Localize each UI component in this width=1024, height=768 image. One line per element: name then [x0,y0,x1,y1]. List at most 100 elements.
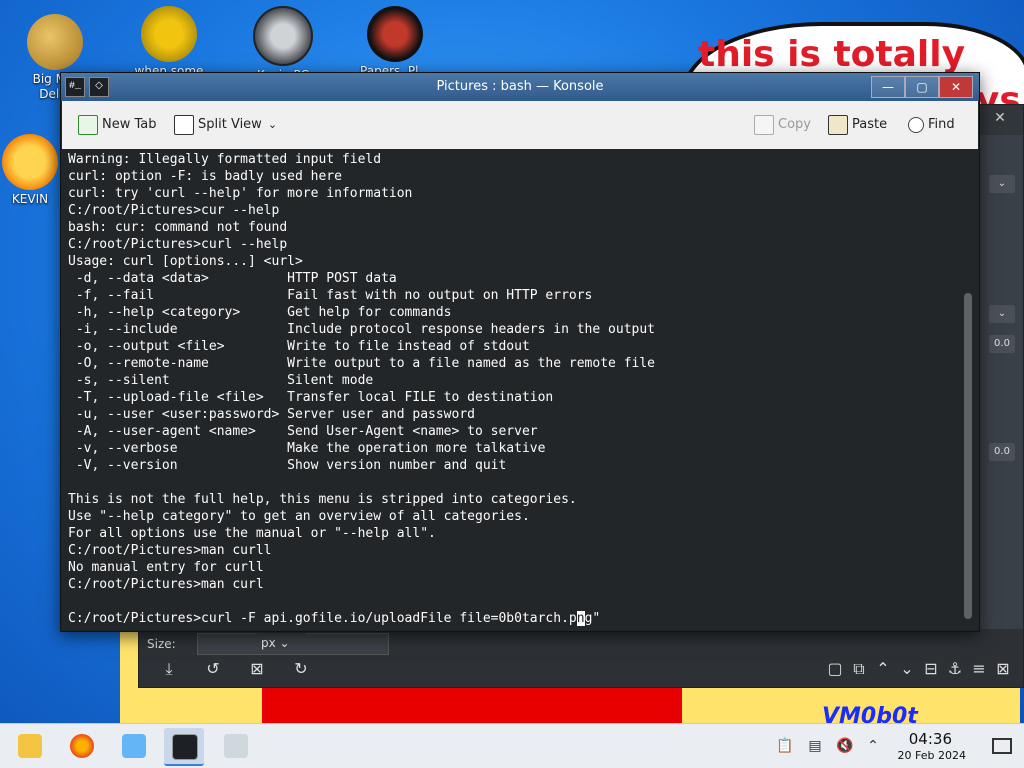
gear-icon [141,6,197,62]
terminal-line: Usage: curl [options...] <url> [68,254,303,269]
taskbar-firefox[interactable] [62,728,102,764]
align-icon[interactable]: ≡ [969,659,989,679]
terminal-line: C:/root/Pictures>cur --help [68,203,280,218]
sun-icon [2,134,58,190]
window-titlebar[interactable]: #_ ◇ Pictures : bash — Konsole — ▢ ✕ [61,73,979,101]
terminal-line: bash: cur: command not found [68,220,288,235]
unit-select[interactable]: px ⌄ [257,633,306,653]
new-layer-icon[interactable]: ▢ [825,659,845,679]
taskbar-system-settings[interactable] [114,728,154,764]
terminal-line: Warning: Illegally formatted input field [68,152,382,167]
seal-icon [367,6,423,62]
terminal-line: curl: try 'curl --help' for more informa… [68,186,413,201]
volume-muted-icon[interactable]: 🔇 [836,737,854,755]
copy-button[interactable]: Copy [754,114,811,136]
terminal-line: -o, --output <file> Write to file instea… [75,339,530,354]
airplane-icon [224,734,248,758]
terminal-line: curl: option -F: is badly used here [68,169,342,184]
terminal-line: C:/root/Pictures>curl --help [68,237,288,252]
undo-icon[interactable]: ↺ [203,659,223,679]
command-text: C:/root/Pictures>curl -F api.gofile.io/u… [68,611,577,626]
spin-value-1[interactable]: 0.0 [989,335,1015,353]
chevron-down-icon[interactable]: ⌄ [989,305,1015,323]
text-cursor: n [576,611,585,626]
anchor-icon[interactable]: ⚓ [945,659,965,679]
terminal-line: -V, --version Show version number and qu… [75,458,507,473]
taskbar: 📋 ▤ 🔇 ⌃ 04:36 20 Feb 2024 [0,723,1024,768]
maximize-button[interactable]: ▢ [905,76,939,98]
taskbar-konsole[interactable] [164,728,204,766]
command-text-tail: g" [584,611,601,626]
background-side-panel: ⌄ ⌄ 0.0 0.0 [979,135,1023,655]
desktop-icon-label: KEVIN [11,192,49,206]
clock-time[interactable]: 04:36 [909,730,952,748]
terminal-line: -u, --user <user:password> Server user a… [75,407,475,422]
terminal-line: -i, --include Include protocol response … [75,322,655,337]
terminal-line: -s, --silent Silent mode [75,373,374,388]
terminal-line: -O, --remote-name Write output to a file… [75,356,655,371]
command-line[interactable]: C:/root/Pictures>curl -F api.gofile.io/u… [68,611,600,626]
terminal-line: Use "--help category" to get an overview… [68,509,530,524]
paste-button[interactable]: Paste [828,114,887,136]
split-view-button[interactable]: Split View ⌄ [174,114,277,136]
terminal-line: No manual entry for curll [68,560,264,575]
chevron-down-icon[interactable]: ⌄ [989,175,1015,193]
delete-icon[interactable]: ⊠ [247,659,267,679]
background-bottom-bar: Size: px ⌄ ⤓ ↺ ⊠ ↻ ▢ ⧉ ⌃ ⌄ ⊟ ⚓ ≡ ⊠ [139,629,1023,687]
search-icon [908,116,924,133]
paste-icon [828,114,848,135]
terminal-line: -f, --fail Fail fast with no output on H… [75,288,593,303]
notes-icon[interactable]: ▤ [806,737,824,755]
find-button[interactable]: Find [908,114,955,136]
terminal-scrollbar[interactable] [964,293,972,619]
terminal-line: -T, --upload-file <file> Transfer local … [75,390,554,405]
konsole-window[interactable]: #_ ◇ Pictures : bash — Konsole — ▢ ✕ New… [60,72,980,632]
close-icon[interactable]: ✕ [991,109,1009,127]
system-settings-icon [122,734,146,758]
new-tab-label: New Tab [102,117,157,132]
duplicate-icon[interactable]: ⧉ [849,659,869,679]
terminal-line: C:/root/Pictures>man curl [68,577,264,592]
desktop-icon-kevin[interactable]: KEVIN [0,134,60,207]
taskbar-file-manager[interactable] [10,728,50,764]
download-icon[interactable]: ⤓ [159,659,179,679]
desktop-icon-when-some[interactable]: when some [128,6,210,79]
copy-icon [754,114,774,135]
delete-layer-icon[interactable]: ⊠ [993,659,1013,679]
lower-icon[interactable]: ⌄ [897,659,917,679]
chevron-down-icon: ⌄ [267,118,278,131]
terminal-line: -h, --help <category> Get help for comma… [75,305,452,320]
konsole-toolbar: New Tab Split View ⌄ Copy Paste Find [62,101,978,150]
raise-icon[interactable]: ⌃ [873,659,893,679]
desktop-icon-papers-please[interactable]: Papers, Pl... [354,6,436,79]
spin-value-2[interactable]: 0.0 [989,443,1015,461]
terminal-line: For all options use the manual or "--hel… [68,526,436,541]
split-view-icon [174,114,194,135]
terminal-line: C:/root/Pictures>man curll [68,543,272,558]
file-manager-icon [18,734,42,758]
minimize-button[interactable]: — [871,76,905,98]
close-button[interactable]: ✕ [939,76,973,98]
money-bag-icon [27,14,83,70]
konsole-icon [172,734,198,760]
terminal-line: -A, --user-agent <name> Send User-Agent … [75,424,538,439]
window-title: Pictures : bash — Konsole [436,79,604,94]
find-label: Find [928,117,955,132]
new-tab-button[interactable]: New Tab [78,114,157,136]
gauge-icon [253,6,313,66]
chevron-up-icon[interactable]: ⌃ [864,737,882,755]
size-label: Size: [147,637,176,651]
terminal-line: This is not the full help, this menu is … [68,492,577,507]
unit-value: px [261,636,276,650]
show-desktop-button[interactable] [992,738,1012,754]
clipboard-icon[interactable]: 📋 [776,737,794,755]
terminal-output: Warning: Illegally formatted input field… [68,151,655,627]
taskbar-airplane-app[interactable] [216,728,256,764]
terminal-line: -v, --verbose Make the operation more ta… [75,441,546,456]
reset-icon[interactable]: ↻ [291,659,311,679]
split-view-label: Split View [198,117,262,132]
clock-date: 20 Feb 2024 [897,749,966,762]
merge-icon[interactable]: ⊟ [921,659,941,679]
terminal-area[interactable]: Warning: Illegally formatted input field… [62,149,978,630]
copy-label: Copy [778,117,811,132]
